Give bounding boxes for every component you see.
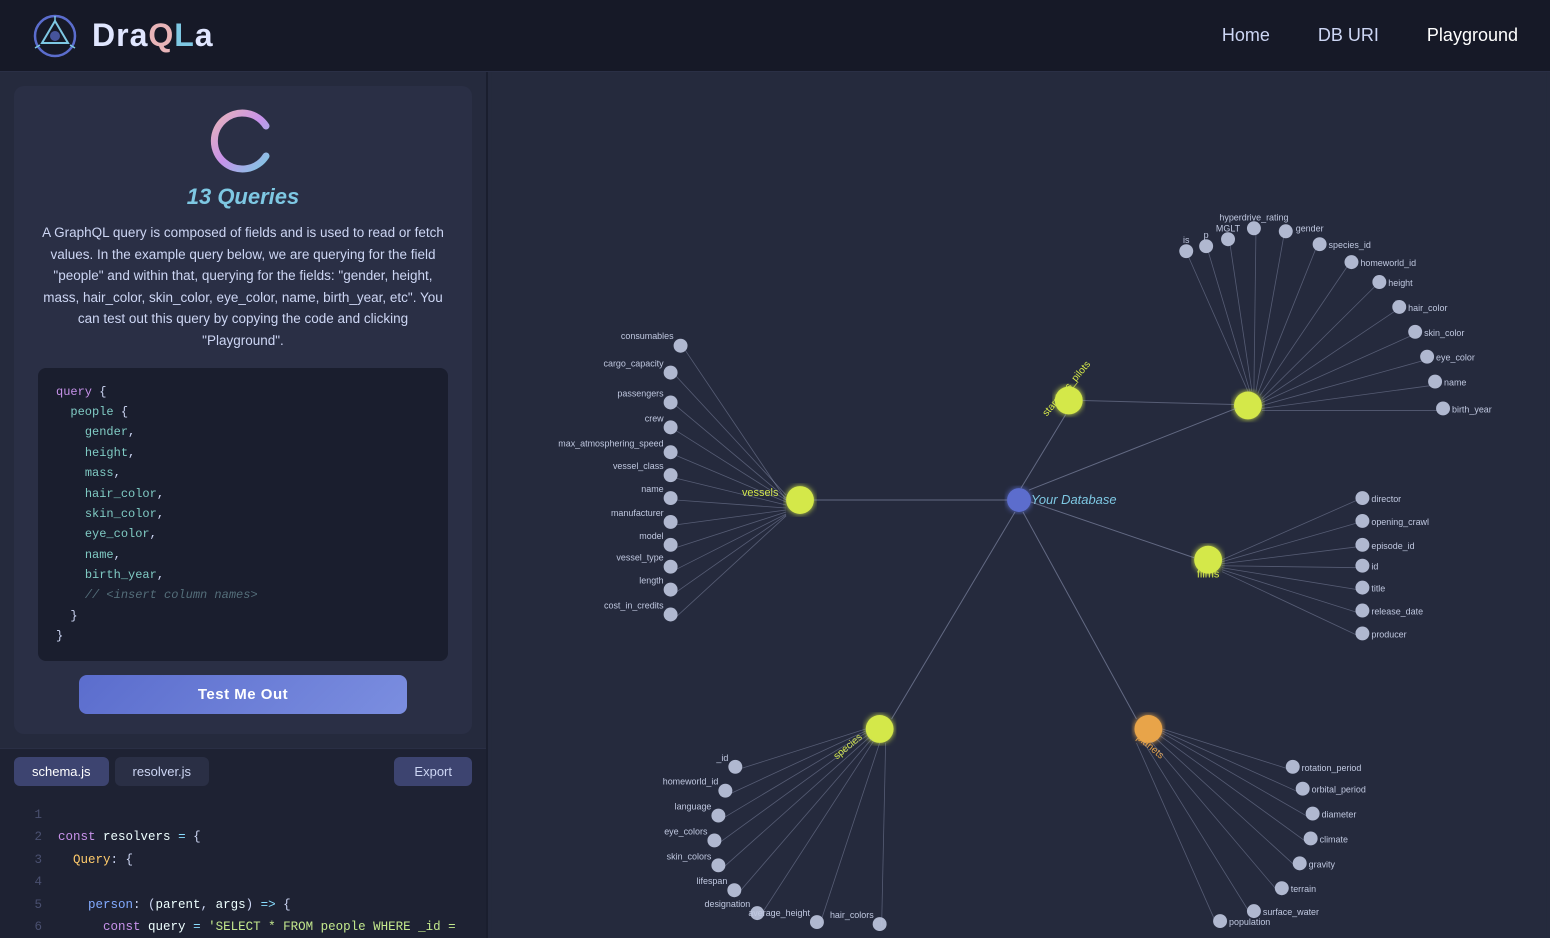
- logo-text: DraQLa: [92, 17, 214, 54]
- graph-panel: Your Database vessels consumables cargo_…: [488, 72, 1550, 938]
- svg-text:passengers: passengers: [617, 389, 664, 399]
- svg-text:Your Database: Your Database: [1031, 492, 1117, 507]
- graph-svg: Your Database vessels consumables cargo_…: [488, 72, 1550, 938]
- nav-home[interactable]: Home: [1222, 25, 1270, 46]
- svg-text:eye_color: eye_color: [1436, 353, 1475, 363]
- code-editor: 1 2const resolvers = { 3 Query: { 4 5 pe…: [0, 794, 486, 938]
- tabs-row: schema.js resolver.js Export: [0, 748, 486, 794]
- svg-text:skin_color: skin_color: [1424, 328, 1464, 338]
- svg-text:length: length: [639, 576, 663, 586]
- svg-text:surface_water: surface_water: [1263, 907, 1319, 917]
- svg-text:skin_colors: skin_colors: [667, 851, 712, 861]
- left-panel: 13 Queries A GraphQL query is composed o…: [0, 72, 488, 938]
- tab-resolver[interactable]: resolver.js: [115, 757, 210, 786]
- svg-text:hyperdrive_rating: hyperdrive_rating: [1219, 212, 1288, 222]
- test-me-out-button[interactable]: Test Me Out: [79, 675, 407, 714]
- svg-text:terrain: terrain: [1291, 884, 1316, 894]
- nav-playground[interactable]: Playground: [1427, 25, 1518, 46]
- svg-text:orbital_period: orbital_period: [1312, 785, 1366, 795]
- svg-text:episode_id: episode_id: [1371, 541, 1414, 551]
- svg-text:homeworld_id: homeworld_id: [1360, 258, 1416, 268]
- svg-text:release_date: release_date: [1371, 606, 1423, 616]
- svg-text:gravity: gravity: [1309, 859, 1336, 869]
- svg-text:p: p: [1204, 230, 1209, 240]
- tab-schema[interactable]: schema.js: [14, 757, 109, 786]
- svg-text:director: director: [1371, 494, 1401, 504]
- code-example: query { people { gender, height, mass, h…: [38, 368, 448, 661]
- svg-text:MGLT: MGLT: [1216, 223, 1241, 233]
- svg-text:lifespan: lifespan: [697, 876, 728, 886]
- info-description: A GraphQL query is composed of fields an…: [38, 222, 448, 352]
- svg-text:hair_colors: hair_colors: [830, 910, 874, 920]
- svg-text:model: model: [639, 531, 663, 541]
- svg-text:_id: _id: [715, 753, 728, 763]
- svg-text:vessels: vessels: [742, 487, 779, 499]
- svg-text:height: height: [1388, 278, 1413, 288]
- nav-db-uri[interactable]: DB URI: [1318, 25, 1379, 46]
- svg-text:birth_year: birth_year: [1452, 404, 1492, 414]
- info-title: 13 Queries: [187, 184, 300, 210]
- svg-text:eye_colors: eye_colors: [664, 826, 708, 836]
- svg-text:consumables: consumables: [621, 331, 674, 341]
- svg-text:crew: crew: [645, 413, 664, 423]
- svg-text:designation: designation: [705, 899, 751, 909]
- svg-text:vessel_class: vessel_class: [613, 461, 664, 471]
- svg-text:max_atmosphering_speed: max_atmosphering_speed: [558, 438, 663, 448]
- svg-text:name: name: [1444, 378, 1466, 388]
- svg-text:opening_crawl: opening_crawl: [1371, 517, 1429, 527]
- logo-area: DraQLa: [32, 13, 1222, 59]
- svg-text:films: films: [1197, 569, 1220, 581]
- logo-icon: [32, 13, 78, 59]
- svg-text:manufacturer: manufacturer: [611, 508, 664, 518]
- svg-text:gender: gender: [1296, 223, 1324, 233]
- svg-text:diameter: diameter: [1322, 810, 1357, 820]
- svg-text:producer: producer: [1371, 629, 1406, 639]
- svg-text:title: title: [1371, 584, 1385, 594]
- svg-text:rotation_period: rotation_period: [1302, 763, 1362, 773]
- svg-text:language: language: [675, 802, 712, 812]
- export-button[interactable]: Export: [394, 757, 472, 786]
- info-card: 13 Queries A GraphQL query is composed o…: [14, 86, 472, 734]
- svg-text:population: population: [1229, 917, 1270, 927]
- svg-text:is: is: [1183, 235, 1190, 245]
- svg-text:homeworld_id: homeworld_id: [663, 777, 719, 787]
- svg-text:average_height: average_height: [748, 908, 810, 918]
- svg-text:cost_in_credits: cost_in_credits: [604, 601, 664, 611]
- spinner-logo-icon: [208, 106, 278, 176]
- main-nav: Home DB URI Playground: [1222, 25, 1518, 46]
- svg-text:climate: climate: [1320, 834, 1348, 844]
- svg-text:vessel_type: vessel_type: [616, 553, 663, 563]
- svg-text:id: id: [1371, 562, 1378, 572]
- svg-text:hair_color: hair_color: [1408, 303, 1447, 313]
- svg-text:species_id: species_id: [1329, 240, 1371, 250]
- svg-text:name: name: [641, 484, 663, 494]
- svg-text:cargo_capacity: cargo_capacity: [604, 359, 665, 369]
